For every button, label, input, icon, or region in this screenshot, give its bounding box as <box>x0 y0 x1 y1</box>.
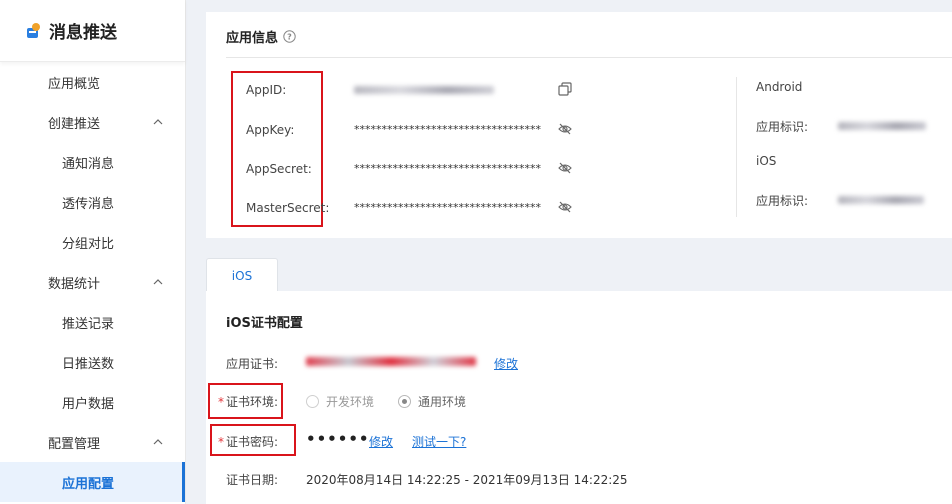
radio-label: 开发环境 <box>326 395 375 409</box>
android-label: Android <box>756 80 803 94</box>
help-icon[interactable]: ? <box>283 30 296 43</box>
svg-text:?: ? <box>287 33 292 42</box>
app-info-panel: 应用信息 ? AppID: AppKey: ******************… <box>206 12 952 238</box>
appkey-label: AppKey: <box>246 123 295 137</box>
app-title: 消息推送 <box>49 23 117 43</box>
push-app-logo-icon <box>27 22 40 38</box>
chevron-up-icon <box>153 119 163 125</box>
cert-modify-link[interactable]: 修改 <box>494 355 518 372</box>
brand-header: 消息推送 <box>0 0 185 62</box>
password-value: •••••• <box>306 430 370 448</box>
appkey-value: ********************************** <box>354 123 541 136</box>
sidebar-item-label: 应用配置 <box>62 476 115 492</box>
sidebar-item-label: 配置管理 <box>48 436 101 452</box>
sidebar-item-label: 应用概览 <box>48 76 101 92</box>
sidebar-item-config[interactable]: 配置管理 <box>0 422 185 462</box>
app-info-title-text: 应用信息 <box>226 31 279 46</box>
sidebar-item-ab-compare[interactable]: 分组对比 <box>0 222 185 262</box>
sidebar-item-overview[interactable]: 应用概览 <box>0 62 185 102</box>
date-label: 证书日期: <box>226 473 279 487</box>
ios-config-title: iOS证书配置 <box>226 316 303 331</box>
chevron-up-icon <box>153 439 163 445</box>
mastersecret-value: ********************************** <box>354 201 541 214</box>
radio-circle <box>306 395 319 408</box>
ios-id-redacted <box>838 196 924 204</box>
required-mark: * <box>218 395 224 409</box>
eye-hidden-icon[interactable] <box>558 161 572 175</box>
divider <box>736 77 737 217</box>
sidebar-item-daily-push[interactable]: 日推送数 <box>0 342 185 382</box>
password-modify-link[interactable]: 修改 <box>369 433 393 450</box>
sidebar-item-app-config[interactable]: 应用配置 <box>0 462 185 502</box>
appsecret-label: AppSecret: <box>246 162 312 176</box>
password-label-text: 证书密码: <box>226 435 279 449</box>
sidebar-item-label: 推送记录 <box>62 316 115 332</box>
sidebar-item-passthrough[interactable]: 透传消息 <box>0 182 185 222</box>
cert-label: 应用证书: <box>226 357 279 371</box>
sidebar-item-label: 通知消息 <box>62 156 115 172</box>
env-label-text: 证书环境: <box>226 395 279 409</box>
env-label: * 证书环境: <box>218 393 278 410</box>
eye-hidden-icon[interactable] <box>558 122 572 136</box>
sidebar-item-statistics[interactable]: 数据统计 <box>0 262 185 302</box>
sidebar-item-label: 日推送数 <box>62 356 115 372</box>
appid-value-redacted <box>354 86 494 94</box>
eye-hidden-icon[interactable] <box>558 200 572 214</box>
sidebar-item-label: 透传消息 <box>62 196 115 212</box>
appid-label: AppID: <box>246 83 287 97</box>
sidebar-menu: 应用概览 创建推送 通知消息 透传消息 分组对比 数据统计 推送记录 日推送数 … <box>0 62 185 502</box>
required-mark: * <box>218 435 224 449</box>
password-test-link[interactable]: 测试一下? <box>412 433 466 450</box>
ios-label: iOS <box>756 154 777 168</box>
sidebar-item-label: 数据统计 <box>48 276 101 292</box>
sidebar-item-push-records[interactable]: 推送记录 <box>0 302 185 342</box>
ios-config-panel: iOS证书配置 应用证书: 修改 * 证书环境: 开发环境 通用环境 * 证书密码:… <box>206 291 952 504</box>
ios-id-label: 应用标识: <box>756 194 809 208</box>
sidebar-item-user-data[interactable]: 用户数据 <box>0 382 185 422</box>
cert-file-redacted <box>306 357 476 366</box>
tab-label: iOS <box>231 268 253 283</box>
tab-ios[interactable]: iOS <box>206 258 278 292</box>
sidebar-item-notification[interactable]: 通知消息 <box>0 142 185 182</box>
cert-date-value: 2020年08月14日 14:22:25 - 2021年09月13日 14:22… <box>306 473 628 487</box>
android-id-label: 应用标识: <box>756 120 809 134</box>
sidebar-item-label: 分组对比 <box>62 236 115 252</box>
android-id-redacted <box>838 122 926 130</box>
app-info-title: 应用信息 ? <box>226 27 296 46</box>
sidebar-item-label: 创建推送 <box>48 116 101 132</box>
sidebar-item-label: 用户数据 <box>62 396 115 412</box>
env-radio-dev[interactable]: 开发环境 <box>306 393 374 410</box>
sidebar: 消息推送 应用概览 创建推送 通知消息 透传消息 分组对比 数据统计 推送记录 … <box>0 0 186 504</box>
divider <box>226 57 952 58</box>
env-radio-general[interactable]: 通用环境 <box>398 393 466 410</box>
radio-label: 通用环境 <box>418 395 467 409</box>
password-label: * 证书密码: <box>218 433 278 450</box>
radio-circle <box>398 395 411 408</box>
appsecret-value: ********************************** <box>354 162 541 175</box>
chevron-up-icon <box>153 279 163 285</box>
sidebar-item-create-push[interactable]: 创建推送 <box>0 102 185 142</box>
copy-icon[interactable] <box>558 82 572 96</box>
mastersecret-label: MasterSecret: <box>246 201 330 215</box>
